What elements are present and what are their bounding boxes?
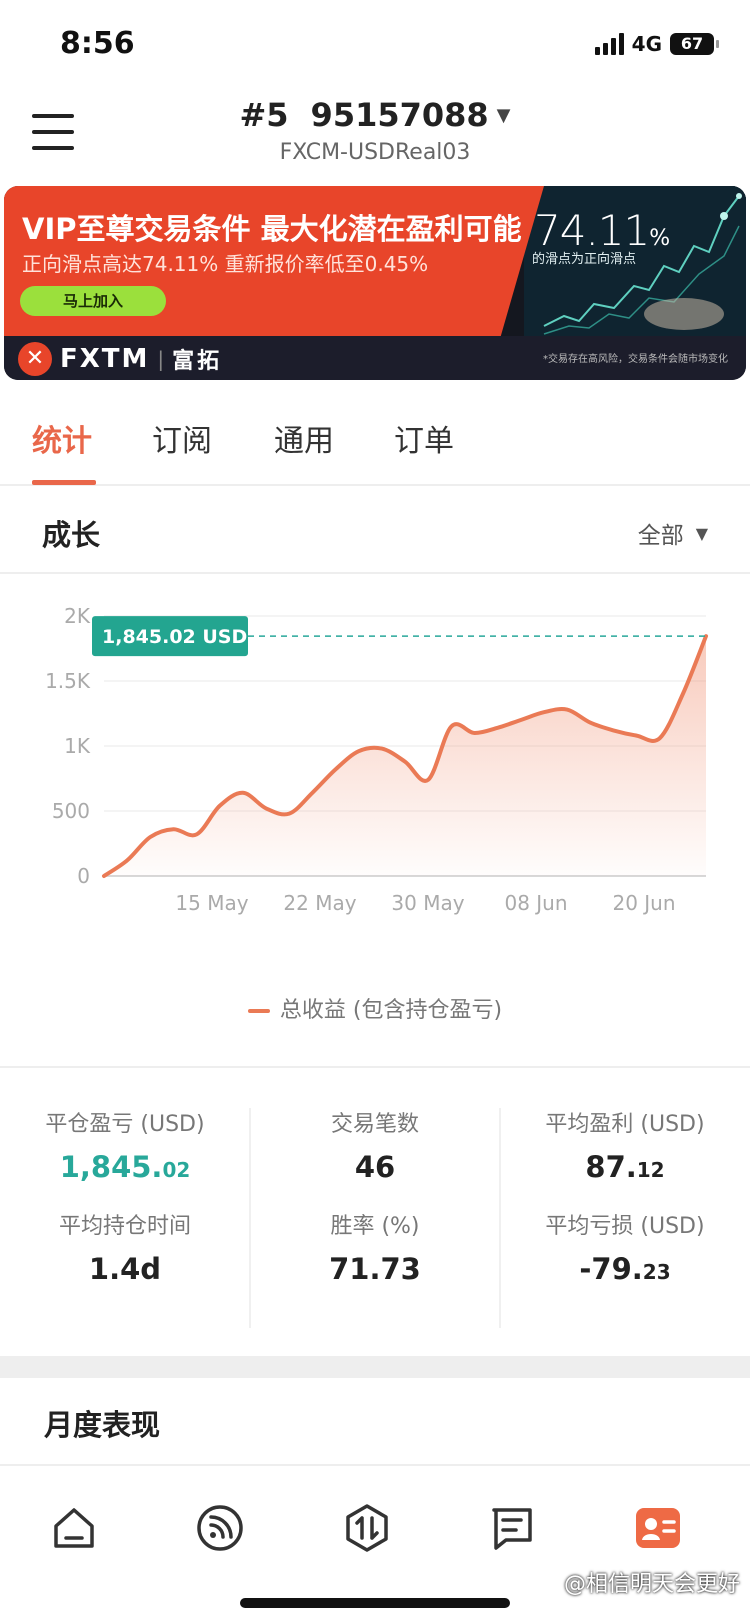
bottom-nav: @相信明天会更好 (0, 1464, 750, 1624)
stat-label: 平仓盈亏 (USD) (45, 1112, 205, 1137)
stat-value-dec: 12 (636, 1158, 665, 1182)
stat-value-int: 46 (354, 1150, 396, 1184)
stat-label: 胜率 (%) (330, 1214, 420, 1239)
x-tick-label: 30 May (391, 891, 464, 915)
tab-statistics[interactable]: 统计 (32, 416, 92, 460)
stat-value-int: 87. (585, 1150, 637, 1184)
stat-label: 交易笔数 (330, 1112, 419, 1137)
stat-closed-pnl: 平仓盈亏 (USD) 1,845.02 (0, 1106, 250, 1184)
growth-chart-svg: 1,845.02 USD 0 500 1K 1.5K 2K 15 May 22 May 30 … (45, 604, 708, 915)
stat-value: 1.4d (0, 1252, 250, 1286)
feed-icon[interactable] (192, 1500, 248, 1556)
stat-value: 1,845.02 (0, 1150, 250, 1184)
status-bar: 8:56 4G 67 (0, 0, 750, 90)
brand-name-cn: 富拓 (172, 349, 223, 374)
y-tick-label: 2K (64, 604, 91, 628)
stat-value-int: -79. (579, 1252, 643, 1286)
x-tick-label: 08 Jun (504, 891, 567, 915)
growth-title: 成长 (42, 518, 101, 552)
growth-area (104, 636, 706, 876)
y-tick-label: 1K (64, 734, 91, 758)
current-value-label: 1,845.02 USD (102, 626, 247, 648)
home-indicator (240, 1598, 510, 1608)
monthly-performance-title: 月度表现 (44, 1408, 161, 1442)
brand-separator: | (157, 347, 165, 371)
tab-subscribe[interactable]: 订阅 (152, 416, 212, 460)
stat-label: 平均盈利 (USD) (545, 1112, 705, 1137)
banner-subtitle: 正向滑点高达74.11% 重新报价率低至0.45% (22, 252, 429, 276)
growth-header: 成长 全部 ▼ (0, 488, 750, 574)
stat-value: 87.12 (500, 1150, 750, 1184)
account-rank: #5 (239, 96, 289, 134)
account-server: FXCM-USDReal03 (279, 140, 471, 165)
stat-trade-count: 交易笔数 46 (250, 1106, 500, 1184)
banner-join-button[interactable]: 马上加入 (20, 286, 166, 316)
tab-orders[interactable]: 订单 (394, 416, 454, 460)
y-tick-label: 1.5K (45, 669, 91, 693)
brand-name: FXTM (60, 344, 150, 374)
caret-down-icon: ▼ (695, 523, 708, 543)
stat-win-rate: 胜率 (%) 71.73 (250, 1208, 500, 1286)
banner-disclaimer: *交易存在高风险，交易条件会随市场变化 (543, 354, 728, 365)
trade-icon[interactable] (339, 1500, 395, 1556)
banner-percent-label: 的滑点为正向滑点 (532, 252, 637, 267)
fxtm-logo-icon: ✕ (18, 342, 52, 376)
banner-percent-symbol: % (649, 226, 671, 251)
stat-avg-profit: 平均盈利 (USD) 87.12 (500, 1106, 750, 1184)
x-tick-label: 22 May (283, 891, 356, 915)
status-time: 8:56 (60, 26, 135, 61)
orders-icon[interactable] (484, 1500, 540, 1556)
battery-icon: 67 (670, 33, 719, 55)
stat-value-dec: 23 (642, 1260, 671, 1284)
home-icon[interactable] (46, 1500, 102, 1556)
account-dropdown[interactable]: #5 95157088 ▼ (239, 96, 510, 134)
stat-value-int: 1,845. (59, 1150, 163, 1184)
growth-range-value: 全部 (637, 523, 684, 549)
stat-value: 71.73 (250, 1252, 500, 1286)
legend-swatch (247, 1009, 270, 1013)
stat-value-int: 71.73 (329, 1252, 421, 1286)
growth-chart[interactable]: 1,845.02 USD 0 500 1K 1.5K 2K 15 May 22 May 30 … (0, 600, 750, 960)
caret-down-icon: ▼ (496, 104, 511, 126)
stats-grid: 平仓盈亏 (USD) 1,845.02 交易笔数 46 平均盈利 (USD) 8… (0, 1066, 750, 1354)
banner-title: VIP至尊交易条件 最大化潜在盈利可能 (22, 212, 522, 246)
growth-range-dropdown[interactable]: 全部 ▼ (638, 516, 708, 550)
section-divider (0, 1356, 750, 1378)
promo-banner[interactable]: VIP至尊交易条件 最大化潜在盈利可能 正向滑点高达74.11% 重新报价率低至… (4, 186, 746, 380)
x-tick-label: 20 Jun (612, 891, 675, 915)
active-tab-indicator (32, 480, 96, 485)
app-header: #5 95157088 ▼ FXCM-USDReal03 (0, 90, 750, 180)
banner-brand-strip: ✕ FXTM | 富拓 *交易存在高风险，交易条件会随市场变化 (4, 336, 746, 380)
tab-general[interactable]: 通用 (274, 416, 334, 460)
monthly-performance-section: 月度表现 (0, 1378, 750, 1464)
account-number: 95157088 (310, 96, 489, 134)
account-selector: #5 95157088 ▼ FXCM-USDReal03 (0, 96, 750, 165)
stat-value: -79.23 (500, 1252, 750, 1286)
stat-value-dec: 02 (162, 1158, 191, 1182)
y-tick-label: 0 (77, 864, 90, 888)
y-tick-label: 500 (52, 799, 90, 823)
x-tick-label: 15 May (175, 891, 248, 915)
chart-legend: 总收益 (包含持仓盈亏) (0, 992, 750, 1024)
stat-label: 平均亏损 (USD) (545, 1214, 705, 1239)
watermark: @相信明天会更好 (563, 1572, 740, 1597)
tab-bar: 统计 订阅 通用 订单 (0, 390, 750, 486)
stat-label: 平均持仓时间 (58, 1214, 191, 1239)
current-value-tag: 1,845.02 USD (92, 616, 248, 657)
profile-card-icon[interactable] (630, 1500, 686, 1556)
status-indicators: 4G 67 (594, 32, 719, 56)
stat-avg-holding-time: 平均持仓时间 1.4d (0, 1208, 250, 1286)
stat-value: 46 (250, 1150, 500, 1184)
signal-icon (594, 33, 624, 55)
stat-avg-loss: 平均亏损 (USD) -79.23 (500, 1208, 750, 1286)
legend-label: 总收益 (包含持仓盈亏) (279, 998, 503, 1023)
fxtm-logo: ✕ FXTM | 富拓 (18, 342, 222, 376)
network-type: 4G (631, 32, 662, 56)
stat-value-int: 1.4d (88, 1252, 162, 1286)
